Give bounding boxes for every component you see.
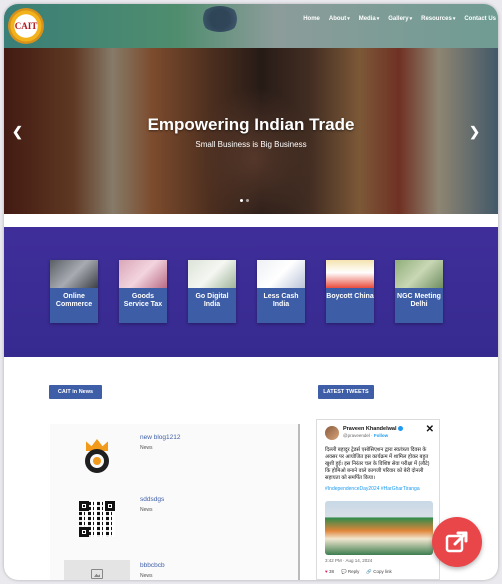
tweet-handle: @praveendel · Follow [343, 433, 389, 438]
tweet-author[interactable]: Praveen Khandelwal [343, 426, 403, 432]
x-logo-icon[interactable]: ✕ [426, 424, 434, 435]
menu-item-media[interactable]: Media▾ [359, 16, 380, 22]
avatar[interactable] [325, 426, 339, 440]
image-placeholder [64, 560, 130, 580]
tweet-actions: ♥ 38 💬 Reply 🔗 Copy link [325, 569, 392, 575]
list-item[interactable]: sddsdgs News [64, 496, 294, 546]
flag-emblem [200, 6, 240, 32]
chevron-down-icon: ▾ [376, 16, 380, 22]
chevron-left-icon[interactable]: ❮ [12, 124, 23, 140]
news-thumbnail [64, 434, 130, 480]
reply-button[interactable]: 💬 Reply [341, 569, 359, 575]
feature-image [119, 260, 167, 288]
main-menu: Home About▾ Media▾ Gallery▾ Resources▾ C… [303, 16, 496, 22]
tab-cait-in-news[interactable]: CAIT in News [49, 385, 102, 399]
tweet-timestamp[interactable]: 3:42 PM · Aug 14, 2024 [325, 558, 372, 563]
news-title[interactable]: sddsdgs [140, 496, 164, 503]
chevron-down-icon: ▾ [409, 16, 413, 22]
hero-subtitle: Small Business is Big Business [195, 140, 307, 149]
feature-card-online-commerce[interactable]: Online Commerce [50, 260, 98, 323]
heart-icon: ♥ [325, 569, 328, 574]
feature-label: Less Cash India [263, 293, 299, 308]
hero-slider: Empowering Indian Trade Small Business i… [4, 48, 498, 214]
menu-item-home[interactable]: Home [303, 16, 320, 22]
tweet-text: दिल्ली बहादुर ट्रेडर्स एसोसिएशन द्वारा स… [325, 447, 430, 481]
list-item[interactable]: bbbcbcb News [64, 554, 294, 580]
menu-item-about[interactable]: About▾ [329, 16, 350, 22]
follow-link[interactable]: Follow [374, 433, 388, 438]
news-category: News [140, 445, 153, 451]
feature-card-ngc-meeting[interactable]: NGC Meeting Delhi [395, 260, 443, 323]
news-category: News [140, 573, 153, 579]
news-title[interactable]: bbbcbcb [140, 562, 165, 569]
news-title[interactable]: new blog1212 [140, 434, 180, 441]
chevron-down-icon: ▾ [452, 16, 456, 22]
reply-icon: 💬 [340, 569, 347, 574]
tab-latest-tweets[interactable]: LATEST TWEETS [318, 385, 374, 399]
menu-item-contact[interactable]: Contact Us [464, 16, 496, 22]
image-placeholder-icon [91, 569, 103, 579]
news-thumbnail [64, 496, 130, 542]
menu-item-resources[interactable]: Resources▾ [421, 16, 455, 22]
slider-dot[interactable] [246, 199, 249, 202]
qr-code-icon [79, 501, 115, 537]
copy-link-button[interactable]: 🔗 Copy link [366, 569, 391, 575]
news-list: new blog1212 News sddsdgs News bbbcbcb N… [50, 424, 300, 580]
top-navbar: CAIT Home About▾ Media▾ Gallery▾ Resourc… [4, 4, 498, 48]
feature-label: Go Digital India [195, 293, 229, 308]
tweet-card[interactable]: Praveen Khandelwal @praveendel · Follow … [316, 419, 440, 580]
share-arrow-icon [445, 531, 468, 553]
feature-image [188, 260, 236, 288]
news-thumbnail [64, 554, 130, 580]
feature-image [257, 260, 305, 288]
feature-card-boycott-china[interactable]: Boycott China [326, 260, 374, 323]
feature-label: Online Commerce [55, 293, 93, 308]
list-item[interactable]: new blog1212 News [64, 434, 294, 484]
slider-dot[interactable] [240, 199, 243, 202]
feature-image [395, 260, 443, 288]
menu-item-gallery[interactable]: Gallery▾ [388, 16, 412, 22]
verified-icon [397, 426, 403, 432]
feature-card-go-digital[interactable]: Go Digital India [188, 260, 236, 323]
crown-logo-icon [79, 439, 115, 475]
site-logo[interactable]: CAIT [8, 8, 44, 44]
tweet-photo[interactable] [325, 501, 433, 555]
link-icon: 🔗 [366, 569, 372, 574]
feature-card-gst[interactable]: Goods Service Tax [119, 260, 167, 323]
chevron-down-icon: ▾ [347, 16, 350, 22]
feature-label: Boycott China [326, 293, 374, 300]
feature-label: NGC Meeting Delhi [397, 293, 441, 308]
chevron-right-icon[interactable]: ❯ [469, 124, 480, 140]
slider-dots [240, 199, 249, 202]
feature-image [50, 260, 98, 288]
logo-text: CAIT [14, 21, 38, 31]
feature-card-less-cash[interactable]: Less Cash India [257, 260, 305, 323]
news-category: News [140, 507, 153, 513]
browser-frame: CAIT Home About▾ Media▾ Gallery▾ Resourc… [4, 4, 498, 580]
hero-title: Empowering Indian Trade [147, 115, 355, 134]
tweet-hashtags[interactable]: #IndependenceDay2024 #HarGharTiranga [325, 486, 433, 492]
feature-label: Goods Service Tax [123, 293, 163, 308]
like-button[interactable]: ♥ 38 [325, 569, 334, 575]
features-section: Online Commerce Goods Service Tax Go Dig… [4, 227, 498, 357]
feature-image [326, 260, 374, 288]
share-button[interactable] [432, 517, 482, 567]
